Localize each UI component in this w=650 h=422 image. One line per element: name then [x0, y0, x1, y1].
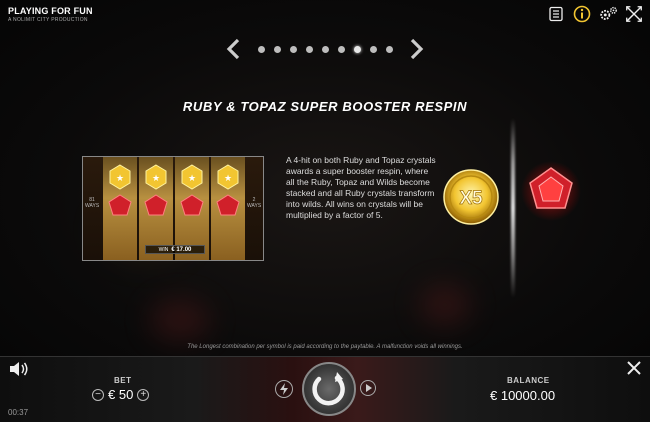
bet-increase-button[interactable]: + — [137, 388, 150, 401]
svg-text:★: ★ — [224, 173, 232, 183]
info-icon[interactable] — [572, 4, 592, 24]
settings-icon[interactable] — [598, 4, 618, 24]
page-dot[interactable] — [369, 45, 377, 53]
topaz-crystal-icon: ★ — [109, 164, 131, 190]
background-glow — [150, 300, 210, 340]
feature-preview-image: 81 WAYS 2 WAYS ★ ★ ★ ★ WIN € 17.00 — [82, 156, 264, 261]
turbo-button[interactable] — [275, 380, 293, 398]
paytable-icon[interactable] — [546, 4, 566, 24]
page-dot[interactable] — [321, 45, 329, 53]
background-glow — [420, 285, 470, 325]
lightning-icon — [280, 383, 288, 395]
balance-value: € 10000.00 — [490, 388, 556, 403]
close-icon[interactable] — [626, 360, 642, 376]
ruby-crystal-icon — [180, 194, 204, 216]
light-beam-divider — [511, 118, 515, 298]
ruby-wild-icon — [521, 161, 581, 221]
top-toolbar — [546, 4, 644, 24]
preview-win-label: WIN — [158, 246, 169, 253]
sound-icon[interactable] — [8, 360, 30, 378]
spin-arrow-icon — [312, 372, 345, 406]
ruby-crystal-icon — [144, 194, 168, 216]
page-dot[interactable] — [273, 45, 281, 53]
svg-text:★: ★ — [152, 173, 160, 183]
brand-title: PLAYING FOR FUN — [8, 6, 93, 16]
page-dot[interactable] — [305, 45, 313, 53]
multiplier-text: X5 — [459, 188, 483, 209]
svg-text:★: ★ — [116, 173, 124, 183]
autoplay-button[interactable] — [360, 380, 376, 396]
topaz-crystal-icon: ★ — [145, 164, 167, 190]
page-dots — [257, 45, 393, 53]
prev-page-icon[interactable] — [225, 38, 241, 60]
page-dot[interactable] — [257, 45, 265, 53]
balance-label: BALANCE — [507, 376, 550, 385]
ruby-crystal-icon — [108, 194, 132, 216]
bottom-bar-divider — [0, 356, 650, 357]
next-page-icon[interactable] — [409, 38, 425, 60]
clock: 00:37 — [8, 408, 29, 417]
page-dot[interactable] — [353, 45, 361, 53]
disclaimer-text: The Longest combination per symbol is pa… — [187, 344, 463, 350]
ruby-crystal-icon — [216, 194, 240, 216]
page-dot[interactable] — [337, 45, 345, 53]
svg-text:★: ★ — [188, 173, 196, 183]
spin-button[interactable] — [302, 362, 356, 416]
preview-win-display: WIN € 17.00 — [145, 245, 205, 254]
page-dot[interactable] — [289, 45, 297, 53]
bet-control: − € 50 + — [92, 387, 150, 402]
feature-description: A 4-hit on both Ruby and Topaz crystals … — [286, 155, 436, 220]
page-title: RUBY & TOPAZ SUPER BOOSTER RESPIN — [182, 99, 468, 114]
brand-subtitle: A NOLIMIT CITY PRODUCTION — [8, 17, 88, 23]
fullscreen-icon[interactable] — [624, 4, 644, 24]
bet-label: BET — [114, 376, 132, 385]
page-navigator — [225, 38, 425, 60]
brand: PLAYING FOR FUN A NOLIMIT CITY PRODUCTIO… — [8, 6, 93, 23]
bet-decrease-button[interactable]: − — [92, 388, 104, 401]
topaz-crystal-icon: ★ — [217, 164, 239, 190]
x5-multiplier-icon: X5 — [443, 169, 499, 225]
page-dot[interactable] — [385, 45, 393, 53]
topaz-crystal-icon: ★ — [181, 164, 203, 190]
play-icon — [366, 384, 372, 392]
bet-value: € 50 — [108, 387, 134, 402]
preview-win-value: € 17.00 — [171, 246, 192, 253]
